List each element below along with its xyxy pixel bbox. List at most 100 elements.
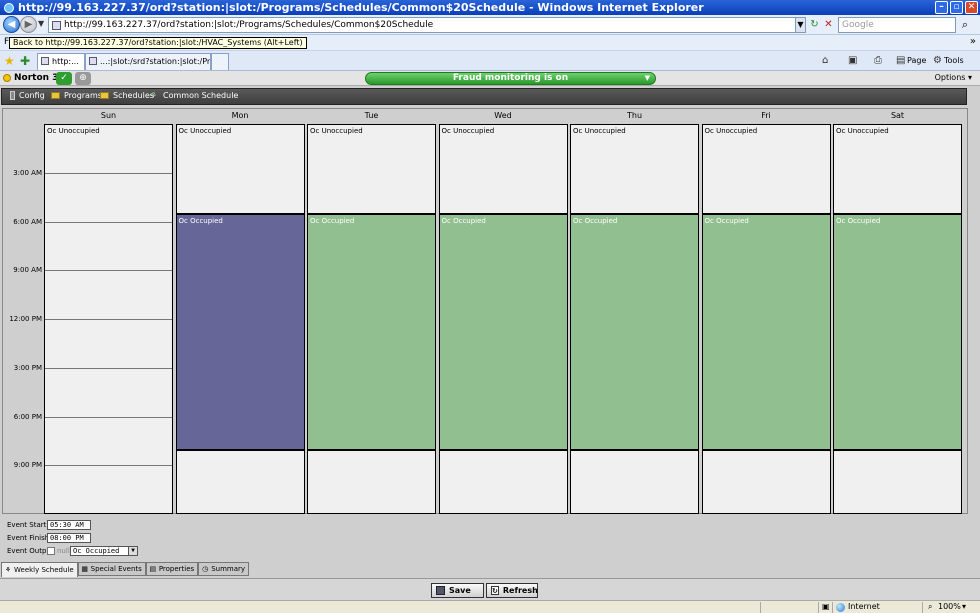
schedule-event-unocc[interactable]: Oc Unoccupied	[834, 125, 961, 215]
clock-icon: ◷	[202, 565, 209, 573]
day-header-sat: Sat	[890, 111, 905, 120]
time-label: 3:00 PM	[13, 363, 42, 372]
feeds-icon[interactable]: ▣	[848, 55, 857, 66]
config-icon	[10, 91, 15, 100]
tab-properties[interactable]: ▤ Properties	[145, 562, 199, 576]
forward-button[interactable]: ▶	[20, 16, 37, 33]
save-button[interactable]: Save	[431, 583, 484, 598]
zoom-dropdown-icon[interactable]: ▾	[962, 602, 966, 611]
tab-summary[interactable]: ◷ Summary	[198, 562, 250, 576]
refresh-button[interactable]: ↻ Refresh	[486, 583, 538, 598]
day-column-sat[interactable]: Oc Unoccupied Oc Occupied	[833, 124, 962, 514]
tab-schedule[interactable]: ...:|slot:/srd?station:|slot:/Programs/S…	[85, 53, 211, 70]
tools-gear-icon[interactable]: ⚙	[933, 55, 942, 66]
time-axis: 3:00 AM 6:00 AM 9:00 AM 12:00 PM 3:00 PM 6:00…	[3, 109, 43, 515]
event-label: Oc Occupied	[178, 217, 223, 226]
schedule-icon: ⚘	[150, 91, 158, 100]
event-label: Oc Unoccupied	[310, 127, 363, 135]
schedule-event-occ[interactable]: Oc Occupied	[439, 214, 567, 450]
day-column-fri[interactable]: Oc Unoccupied Oc Occupied	[701, 124, 831, 514]
back-button[interactable]: ◀	[3, 16, 20, 33]
schedule-event-occ[interactable]: Oc Occupied	[176, 214, 304, 450]
tab-weekly-schedule[interactable]: ⚘ Weekly Schedule	[1, 562, 78, 577]
nav-config[interactable]: Config	[10, 91, 45, 100]
tab-label: ...:|slot:/srd?station:|slot:/Programs/S…	[100, 57, 211, 66]
minimize-button[interactable]: –	[935, 1, 948, 14]
schedule-event-occ[interactable]: Oc Occupied	[308, 214, 435, 450]
fraud-monitoring-status[interactable]: Fraud monitoring is on ▼	[365, 72, 656, 85]
nav-programs[interactable]: Programs	[51, 91, 102, 100]
nav-schedules[interactable]: Schedules	[100, 91, 154, 100]
day-column-tue[interactable]: Oc Unoccupied Oc Occupied	[307, 124, 436, 514]
add-favorite-icon[interactable]: ✚	[20, 54, 30, 68]
schedule-event-unocc[interactable]: Oc Unoccupied	[702, 125, 830, 215]
event-output-select[interactable]: Oc Occupied ▼	[70, 546, 138, 556]
day-column-mon[interactable]: Oc Unoccupied Oc Occupied	[175, 124, 305, 514]
maximize-button[interactable]: ▫	[950, 1, 963, 14]
zoom-level[interactable]: 100%	[938, 602, 961, 611]
stop-icon[interactable]: ✕	[822, 18, 835, 31]
schedule-event-unocc[interactable]	[571, 450, 698, 513]
page-menu-icon[interactable]: ▤	[896, 55, 905, 66]
schedule-event-unocc[interactable]	[308, 450, 435, 513]
security-zone: Internet	[848, 602, 880, 611]
norton-safe-web-icon[interactable]: ✓	[56, 72, 72, 85]
tools-menu[interactable]: Tools	[944, 56, 964, 65]
close-window-button[interactable]: ✕	[965, 1, 978, 14]
action-bar: Save ↻ Refresh	[0, 578, 980, 600]
schedule-event-unocc[interactable]: Oc Unoccupied	[571, 125, 698, 215]
address-dropdown-button[interactable]: ▼	[795, 17, 806, 33]
norton-options-menu[interactable]: Options ▾	[935, 73, 972, 82]
schedule-event-unocc[interactable]: Oc Unoccupied	[308, 125, 435, 215]
tab-special-events[interactable]: ▦ Special Events	[77, 562, 146, 576]
day-column-wed[interactable]: Oc Unoccupied Oc Occupied	[438, 124, 568, 514]
folder-icon	[100, 92, 109, 99]
schedule-event-unocc[interactable]: Oc Unoccupied	[45, 125, 172, 513]
null-label: null	[57, 547, 70, 555]
links-chevron-icon[interactable]: »	[970, 36, 976, 47]
event-finish-field[interactable]: 08:00 PM	[47, 533, 91, 543]
refresh-page-icon[interactable]: ↻	[808, 18, 821, 31]
event-editor: Event Start 05:30 AM Event Finish 08:00 …	[0, 518, 400, 558]
null-checkbox[interactable]	[47, 547, 55, 555]
schedule-event-unocc[interactable]	[439, 450, 567, 513]
event-label: Oc Occupied	[836, 217, 881, 226]
page-menu[interactable]: Page	[907, 56, 926, 65]
day-column-thu[interactable]: Oc Unoccupied Oc Occupied	[570, 124, 699, 514]
event-label: Oc Occupied	[310, 217, 355, 226]
schedule-event-unocc[interactable]	[834, 450, 961, 513]
new-tab-button[interactable]	[211, 53, 229, 70]
page-icon	[52, 20, 61, 30]
schedule-event-occ[interactable]: Oc Occupied	[571, 214, 698, 450]
event-label: Oc Occupied	[573, 217, 618, 226]
event-start-field[interactable]: 05:30 AM	[47, 520, 91, 530]
event-label: Oc Unoccupied	[178, 127, 232, 135]
nav-common-schedule[interactable]: ⚘ Common Schedule	[150, 91, 238, 100]
schedule-event-unocc[interactable]: Oc Unoccupied	[176, 125, 304, 215]
schedule-event-occ[interactable]: Oc Occupied	[702, 214, 830, 450]
time-label: 12:00 PM	[9, 315, 42, 323]
day-header-sun: Sun	[100, 111, 117, 120]
back-tooltip: Back to http://99.163.227.37/ord?station…	[9, 37, 307, 49]
search-input[interactable]: Google	[838, 17, 956, 33]
schedule-event-unocc[interactable]	[702, 450, 830, 513]
print-icon[interactable]: ⎙	[874, 55, 882, 66]
chevron-down-icon: ▼	[128, 547, 137, 555]
search-icon[interactable]: ⌕	[958, 18, 972, 32]
zoom-icon: ⌕	[928, 602, 933, 611]
event-label: Oc Unoccupied	[573, 127, 626, 135]
schedule-event-unocc[interactable]: Oc Unoccupied	[439, 125, 567, 215]
schedule-event-unocc[interactable]	[176, 450, 304, 513]
globe-icon	[836, 603, 845, 612]
day-column-sun[interactable]: Oc Unoccupied	[44, 124, 173, 514]
address-input[interactable]: http://99.163.227.37/ord?station:|slot:/…	[48, 17, 804, 33]
schedule-event-occ[interactable]: Oc Occupied	[834, 214, 961, 450]
day-header-wed: Wed	[494, 111, 512, 120]
tab-current[interactable]: http:...	[37, 53, 85, 70]
favorites-star-icon[interactable]: ★	[4, 54, 15, 68]
home-icon[interactable]: ⌂	[822, 55, 828, 66]
tab-label: http:...	[52, 57, 79, 66]
norton-identity-icon[interactable]: ⊕	[75, 72, 91, 85]
event-label: Oc Unoccupied	[836, 127, 889, 135]
history-dropdown-icon[interactable]: ▼	[38, 19, 44, 28]
